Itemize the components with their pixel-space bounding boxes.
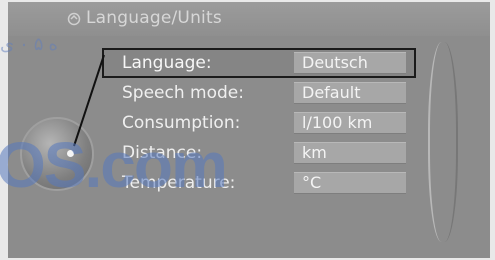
- idrive-controller[interactable]: [20, 117, 94, 191]
- scroll-indicator[interactable]: [428, 42, 458, 242]
- row-value: Deutsch: [294, 52, 406, 74]
- row-value: km: [294, 142, 406, 164]
- page-title: Language/Units: [86, 8, 222, 28]
- row-value: l/100 km: [294, 112, 406, 134]
- settings-row-temperature[interactable]: Temperature: °C: [104, 170, 414, 196]
- controller-indicator-dot: [67, 150, 74, 157]
- settings-row-language[interactable]: Language: Deutsch: [102, 48, 416, 78]
- row-label: Consumption:: [122, 113, 241, 133]
- settings-list: Language: Deutsch Speech mode: Default C…: [102, 42, 416, 202]
- settings-row-speech-mode[interactable]: Speech mode: Default: [104, 80, 414, 106]
- row-value: Default: [294, 82, 406, 104]
- screen-frame: Language/Units Language: Deutsch Speech …: [8, 2, 490, 258]
- settings-icon: [67, 12, 81, 26]
- settings-row-consumption[interactable]: Consumption: l/100 km: [104, 110, 414, 136]
- title-bar: Language/Units: [8, 2, 490, 36]
- row-label: Language:: [122, 53, 212, 73]
- row-value: °C: [294, 172, 406, 194]
- row-label: Temperature:: [122, 173, 236, 193]
- row-label: Distance:: [122, 143, 203, 163]
- settings-row-distance[interactable]: Distance: km: [104, 140, 414, 166]
- row-label: Speech mode:: [122, 83, 244, 103]
